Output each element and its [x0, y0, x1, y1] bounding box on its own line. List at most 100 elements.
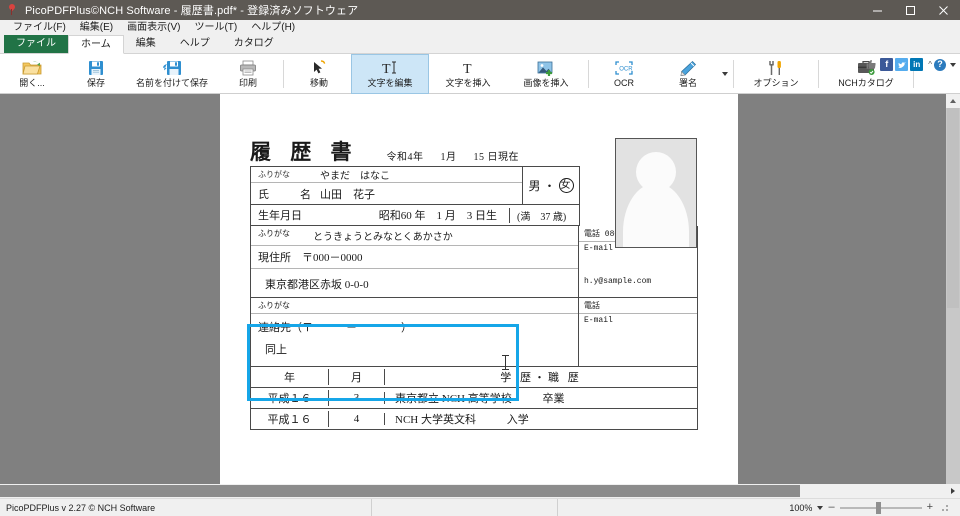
history-row-description: NCH 大学英文科 入学: [385, 411, 697, 427]
tab-edit[interactable]: 編集: [124, 35, 168, 53]
contact-postal-row[interactable]: 連絡先（〒 － ）: [251, 314, 578, 338]
tool-move[interactable]: 移動: [287, 54, 351, 94]
options-tools-icon: [767, 59, 785, 77]
contact-email-label[interactable]: E-mail: [579, 314, 697, 354]
tool-ocr-label: OCR: [614, 78, 634, 88]
address-furigana-value[interactable]: とうきょうとみなとくあかさか: [313, 228, 453, 243]
vertical-scroll-thumb[interactable]: [947, 108, 959, 308]
zoom-level-label[interactable]: 100%: [789, 503, 812, 513]
vertical-scrollbar[interactable]: [946, 94, 960, 484]
signature-pen-icon: [679, 59, 697, 77]
menu-edit[interactable]: 編集(E): [73, 20, 120, 36]
contact-main-row: ふりがな 連絡先（〒 － ） 同上 電話 E-mail: [251, 298, 697, 366]
tool-edit-text[interactable]: T 文字を編集: [351, 53, 429, 94]
tool-signature[interactable]: 署名: [656, 54, 720, 94]
tab-home[interactable]: ホーム: [68, 35, 124, 54]
pdf-page[interactable]: 履 歴 書 令和4年 1月 15 日現在 ふりがな やまだ はなこ 氏 名 山田…: [220, 94, 738, 484]
history-row-month: 3: [329, 392, 385, 404]
name-row: 氏 名 山田 花子: [251, 183, 522, 204]
printer-icon: [239, 59, 257, 77]
furigana-value[interactable]: やまだ はなこ: [313, 167, 522, 182]
horizontal-scroll-thumb[interactable]: [0, 485, 800, 497]
pin-icon: [3, 1, 21, 19]
history-row-school: NCH 大学英文科: [395, 414, 476, 426]
tool-print[interactable]: 印刷: [216, 54, 280, 94]
tab-file[interactable]: ファイル: [4, 35, 68, 53]
gender-separator: ・: [543, 179, 557, 193]
tool-save-as[interactable]: 名前を付けて保存: [128, 54, 216, 94]
collapse-ribbon-icon[interactable]: ^: [928, 60, 932, 69]
birth-age: (満 37 歳): [509, 207, 579, 223]
document-workspace[interactable]: 履 歴 書 令和4年 1月 15 日現在 ふりがな やまだ はなこ 氏 名 山田…: [0, 94, 960, 484]
scroll-right-button[interactable]: [946, 484, 960, 498]
tool-print-label: 印刷: [238, 78, 257, 88]
menu-tools[interactable]: ツール(T): [187, 20, 244, 36]
insert-image-icon: [536, 59, 556, 77]
tool-options[interactable]: オプション: [737, 54, 815, 94]
window-resize-grip[interactable]: [938, 501, 950, 515]
menu-help[interactable]: ヘルプ(H): [244, 20, 302, 36]
tool-signature-label: 署名: [678, 78, 697, 88]
address-postal-row[interactable]: 現住所 〒000－0000: [251, 246, 578, 269]
help-dropdown-chevron-icon[interactable]: [950, 62, 956, 67]
gender-cell[interactable]: 男 ・ 女: [523, 167, 579, 204]
birth-value[interactable]: 昭和60 年 1 月 3 日生: [313, 207, 509, 223]
history-header-month: 月: [329, 369, 385, 385]
maximize-button[interactable]: [894, 0, 927, 20]
contact-left-column: ふりがな 連絡先（〒 － ） 同上: [251, 298, 579, 366]
name-block: ふりがな やまだ はなこ 氏 名 山田 花子: [251, 167, 523, 204]
toolbar-separator-3: [733, 59, 734, 88]
tab-catalog[interactable]: カタログ: [222, 35, 286, 53]
menu-view[interactable]: 画面表示(V): [120, 20, 187, 36]
table-row[interactable]: 平成１６ 3 東京都立 NCH 高等学校 卒業: [250, 388, 698, 409]
tool-insert-text[interactable]: T 文字を挿入: [429, 54, 507, 94]
signature-dropdown-button[interactable]: [720, 54, 730, 94]
zoom-in-button[interactable]: +: [927, 502, 933, 513]
address-value-row[interactable]: 東京都港区赤坂 0-0-0: [251, 269, 578, 297]
zoom-slider-track[interactable]: [839, 501, 922, 514]
tool-edit-text-label: 文字を編集: [367, 78, 413, 88]
thumbs-up-icon[interactable]: [865, 58, 878, 71]
tool-ocr[interactable]: OCR OCR: [592, 54, 656, 94]
person-silhouette-body-icon: [623, 183, 689, 247]
contact-furigana-label: ふりがな: [251, 298, 578, 314]
ribbon-tabstrip: ファイル ホーム 編集 ヘルプ カタログ: [0, 35, 960, 54]
resume-title: 履 歴 書: [250, 140, 359, 164]
contact-phone-label[interactable]: 電話: [579, 298, 697, 314]
address-email-value[interactable]: h.y@sample.com: [579, 257, 697, 288]
history-header-year: 年: [251, 369, 329, 385]
tool-move-label: 移動: [309, 78, 328, 88]
resume-date-era-year: 令和4年: [386, 152, 424, 163]
help-icon[interactable]: ?: [934, 58, 946, 71]
horizontal-scrollbar[interactable]: [0, 484, 960, 498]
minimize-button[interactable]: [861, 0, 894, 20]
facebook-icon[interactable]: f: [880, 58, 894, 71]
address-furigana-row: ふりがな とうきょうとみなとくあかさか: [251, 226, 578, 246]
tool-insert-image[interactable]: 画像を挿入: [507, 54, 585, 94]
tab-help[interactable]: ヘルプ: [168, 35, 222, 53]
twitter-icon[interactable]: [895, 58, 909, 71]
history-table-header: 年 月 学 歴・職 歴: [250, 367, 698, 388]
table-row[interactable]: 平成１６ 4 NCH 大学英文科 入学: [250, 409, 698, 430]
name-table: ふりがな やまだ はなこ 氏 名 山田 花子 男 ・ 女: [250, 166, 580, 205]
svg-text:T: T: [463, 62, 472, 76]
application-window: PicoPDFPlus©NCH Software - 履歴書.pdf* - 登録…: [0, 0, 960, 516]
close-button[interactable]: [927, 0, 960, 20]
scroll-up-button[interactable]: [946, 94, 960, 108]
menu-file[interactable]: ファイル(F): [6, 20, 73, 36]
zoom-out-button[interactable]: –: [828, 502, 834, 513]
zoom-slider-thumb[interactable]: [875, 501, 881, 514]
contact-value-row[interactable]: 同上: [251, 338, 578, 366]
tool-open[interactable]: 開く...: [0, 54, 64, 94]
resume-date-month: 1月: [440, 152, 457, 163]
photo-placeholder[interactable]: [615, 138, 697, 248]
history-row-year: 平成１６: [251, 390, 329, 406]
linkedin-icon[interactable]: in: [910, 58, 924, 71]
zoom-dropdown-chevron-icon[interactable]: [817, 505, 824, 510]
furigana-label: ふりがな: [258, 170, 290, 179]
tool-save[interactable]: 保存: [64, 54, 128, 94]
name-value[interactable]: 山田 花子: [313, 186, 522, 202]
birth-label: 生年月日: [258, 210, 302, 222]
tool-insert-text-label: 文字を挿入: [445, 78, 491, 88]
history-row-school: 東京都立 NCH 高等学校: [395, 393, 512, 405]
